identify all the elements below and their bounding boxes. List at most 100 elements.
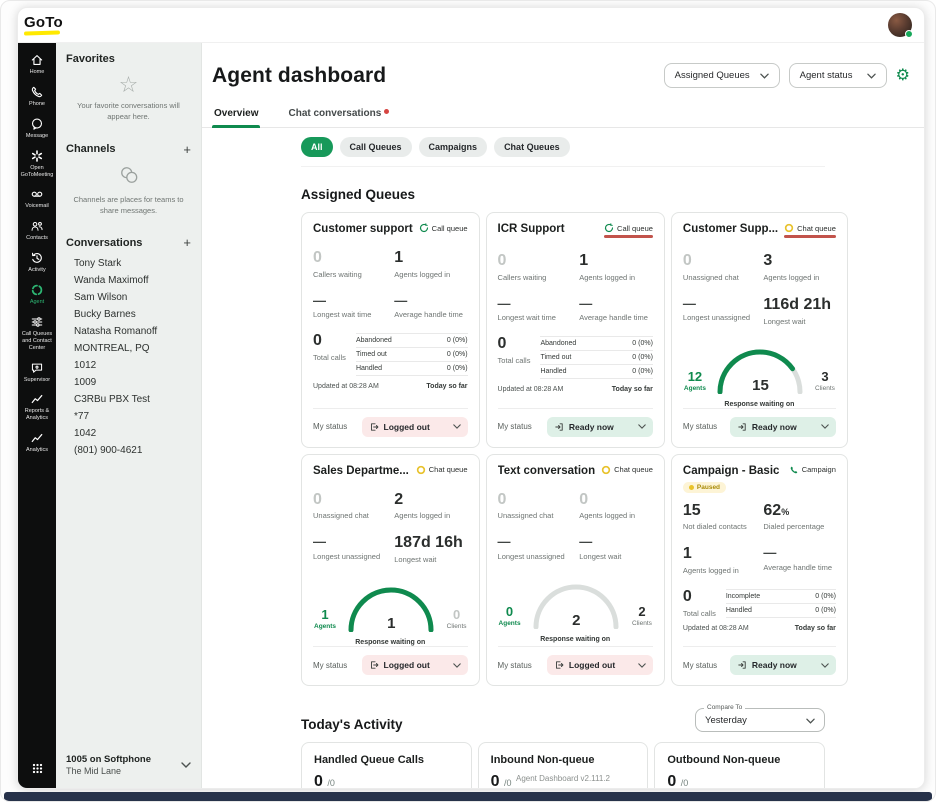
device-name: 1005 on Softphone <box>66 754 151 765</box>
nav-item-message[interactable]: Message <box>18 117 56 140</box>
page-header: Agent dashboard Assigned Queues Agent st… <box>202 43 924 102</box>
supervisor-icon <box>30 361 44 375</box>
my-status-dropdown[interactable]: Ready now <box>730 655 836 675</box>
list-item[interactable]: Natasha Romanoff <box>66 323 191 340</box>
chip-call-queues[interactable]: Call Queues <box>340 137 412 157</box>
list-item[interactable]: C3RBu PBX Test <box>66 391 191 408</box>
app-body: Home Phone Message Open GoToMeeting Voic… <box>18 42 924 788</box>
nav-item-dialpad[interactable] <box>30 761 45 776</box>
nav-item-contacts[interactable]: Contacts <box>18 219 56 242</box>
add-conversation-button[interactable]: + <box>183 236 191 249</box>
favorites-section: Favorites ☆ Your favorite conversations … <box>56 43 201 133</box>
list-item[interactable]: 1042 <box>66 425 191 442</box>
login-icon <box>737 422 747 432</box>
call-queue-badge: Call queue <box>604 223 653 233</box>
channels-title: Channels <box>66 143 116 155</box>
nav-item-agent[interactable]: Agent <box>18 283 56 306</box>
channels-empty-text: Channels are places for teams to share m… <box>70 194 187 217</box>
conversations-section: Conversations + Tony Stark Wanda Maximof… <box>56 226 201 744</box>
goto-logo[interactable]: GoTo <box>24 15 63 35</box>
response-gauge: 0Agents 2 2Clients <box>498 579 653 629</box>
device-selector[interactable]: 1005 on Softphone The Mid Lane <box>56 744 201 788</box>
campaign-phone-icon <box>789 465 799 475</box>
chip-all[interactable]: All <box>301 137 333 157</box>
voicemail-icon <box>30 187 44 201</box>
chip-campaigns[interactable]: Campaigns <box>419 137 488 157</box>
tab-chat-conversations[interactable]: Chat conversations <box>286 102 391 127</box>
list-item[interactable]: 1012 <box>66 357 191 374</box>
call-queue-icon <box>419 223 429 233</box>
call-queue-badge: Call queue <box>419 223 468 233</box>
dialpad-icon <box>30 761 45 776</box>
callers-waiting-value: 0 <box>313 250 386 267</box>
nav-item-home[interactable]: Home <box>18 53 56 76</box>
assigned-queues-heading: Assigned Queues <box>301 187 825 202</box>
call-breakdown-table: Abandoned0 (0%) Timed out0 (0%) Handled0… <box>356 333 468 376</box>
tabbar: Overview Chat conversations <box>202 102 924 128</box>
list-item[interactable]: Bucky Barnes <box>66 306 191 323</box>
list-item[interactable]: Wanda Maximoff <box>66 272 191 289</box>
queue-card-title: Customer support <box>313 223 413 235</box>
nav-item-supervisor[interactable]: Supervisor <box>18 361 56 384</box>
list-item[interactable]: MONTREAL, PQ <box>66 340 191 357</box>
nav-item-open-gotomeeting[interactable]: Open GoToMeeting <box>18 149 56 179</box>
queue-card-sales-department: Sales Departme... Chat queue <box>301 454 480 687</box>
red-underline-annotation <box>604 235 653 238</box>
queue-card-title: Text conversation <box>498 465 596 477</box>
settings-gear-icon[interactable]: ⚙ <box>896 68 910 84</box>
add-channel-button[interactable]: + <box>183 143 191 156</box>
channels-section: Channels + Channels are places for teams… <box>56 133 201 227</box>
call-breakdown-table: Abandoned0 (0%) Timed out0 (0%) Handled0… <box>540 336 652 379</box>
tab-overview[interactable]: Overview <box>212 102 260 127</box>
my-status-dropdown[interactable]: Logged out <box>547 655 653 675</box>
my-status-dropdown[interactable]: Ready now <box>547 417 653 437</box>
queue-card-campaign-basic: Campaign - Basic Campaign <box>671 454 848 687</box>
chevron-down-icon <box>638 663 646 668</box>
response-gauge: 1Agents 1 0Clients <box>313 582 468 632</box>
app-window: GoTo Home Phone Message <box>17 7 925 789</box>
dashboard-content: All Call Queues Campaigns Chat Queues As… <box>202 128 924 788</box>
logout-icon <box>554 660 564 670</box>
total-calls-value: 0 <box>313 333 346 350</box>
topbar: GoTo <box>18 8 924 42</box>
my-status-dropdown[interactable]: Logged out <box>362 417 468 437</box>
star-icon: ☆ <box>70 73 187 97</box>
call-queue-icon <box>604 223 614 233</box>
nav-item-phone[interactable]: Phone <box>18 85 56 108</box>
queue-card-title: Customer Supp... <box>683 223 778 235</box>
paused-badge: Paused <box>683 482 726 493</box>
list-item[interactable]: 1009 <box>66 374 191 391</box>
list-item[interactable]: Sam Wilson <box>66 289 191 306</box>
chat-queue-badge: Chat queue <box>416 465 468 475</box>
login-icon <box>554 422 564 432</box>
agent-status-select[interactable]: Agent status <box>789 63 887 88</box>
message-icon <box>30 117 44 131</box>
favorites-title: Favorites <box>66 53 115 65</box>
chip-chat-queues[interactable]: Chat Queues <box>494 137 570 157</box>
window-bottom-edge <box>4 792 932 801</box>
nav-item-activity[interactable]: Activity <box>18 251 56 274</box>
my-status-dropdown[interactable]: Ready now <box>730 417 836 437</box>
nav-item-analytics[interactable]: Analytics <box>18 431 56 454</box>
compare-to-select[interactable]: Compare To Yesterday <box>695 708 825 732</box>
list-item[interactable]: *77 <box>66 408 191 425</box>
list-item[interactable]: Tony Stark <box>66 255 191 272</box>
main-content: Agent dashboard Assigned Queues Agent st… <box>202 43 924 788</box>
queue-card-customer-supp: Customer Supp... Chat queue <box>671 212 848 448</box>
list-item[interactable]: (801) 900-4621 <box>66 442 191 459</box>
app-version: Agent Dashboard v2.111.2 <box>202 774 924 783</box>
line-chart-icon <box>30 431 44 445</box>
red-underline-annotation <box>784 235 836 238</box>
chevron-down-icon <box>181 762 191 768</box>
chevron-down-icon <box>821 424 829 429</box>
chevron-down-icon <box>453 663 461 668</box>
assigned-queues-select[interactable]: Assigned Queues <box>664 63 780 88</box>
nav-item-reports-analytics[interactable]: Reports & Analytics <box>18 392 56 422</box>
my-status-dropdown[interactable]: Logged out <box>362 655 468 675</box>
queue-card-title: Campaign - Basic <box>683 465 780 477</box>
user-avatar[interactable] <box>888 13 912 37</box>
nav-item-voicemail[interactable]: Voicemail <box>18 187 56 210</box>
paused-dot-icon <box>689 485 694 490</box>
nav-item-call-queues-contact-center[interactable]: Call Queues and Contact Center <box>18 315 56 352</box>
presence-dot <box>905 30 913 38</box>
